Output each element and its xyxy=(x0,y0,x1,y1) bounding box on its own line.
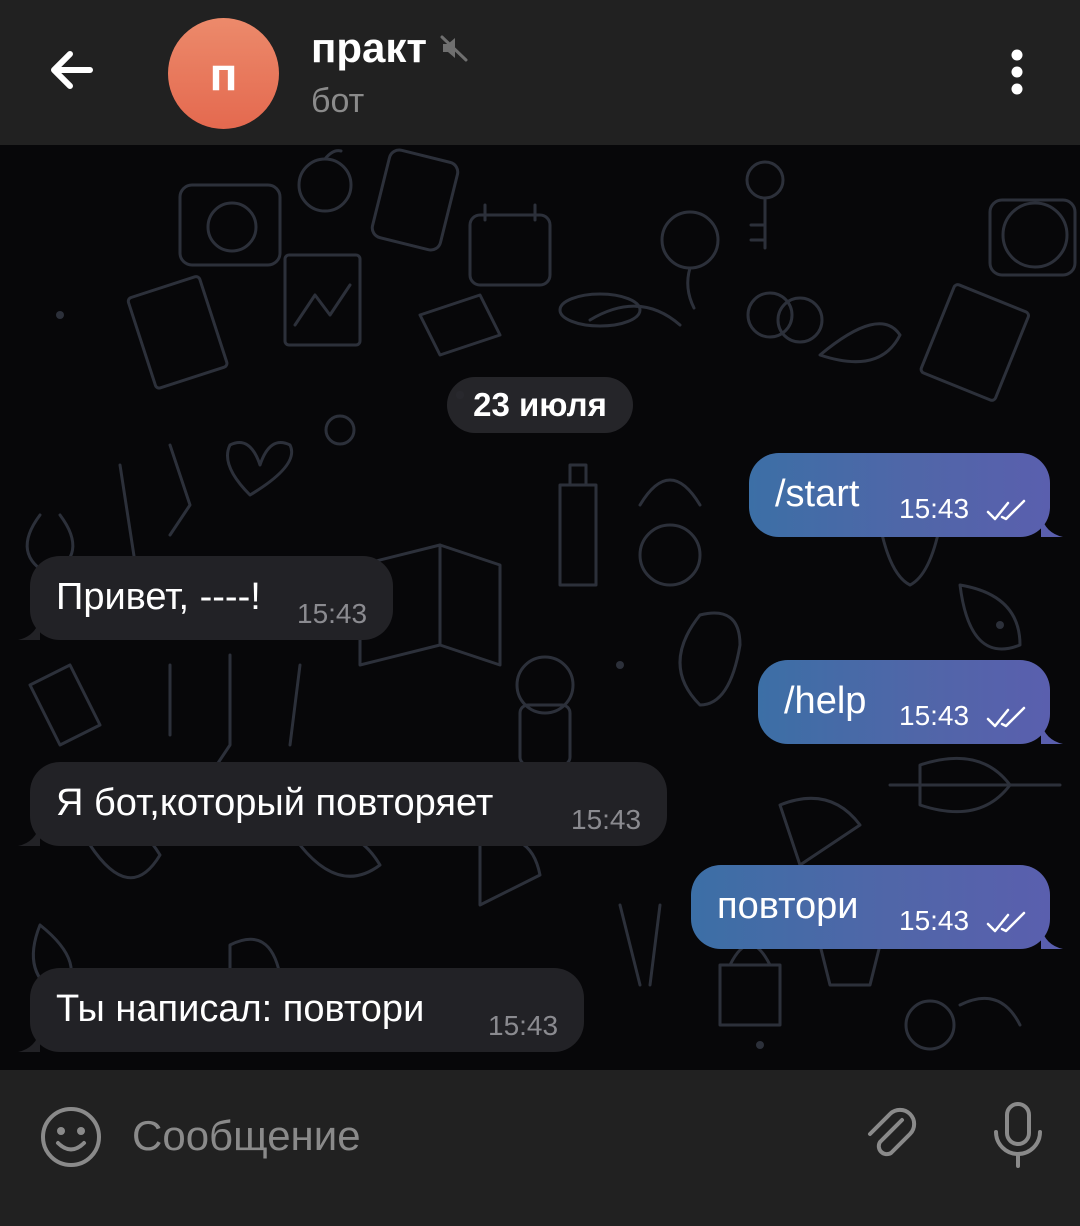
bubble-tail xyxy=(18,1030,40,1052)
bubble-tail xyxy=(18,618,40,640)
message-time: 15:43 xyxy=(297,598,368,629)
read-checkmarks-icon xyxy=(986,911,1026,933)
more-vert-icon xyxy=(1011,49,1023,95)
message-text: Ты написал: повтори xyxy=(56,988,425,1030)
message-time: 15:43 xyxy=(899,905,970,936)
microphone-icon xyxy=(994,1102,1042,1168)
message-bubble-outgoing[interactable]: /start 15:43 xyxy=(749,453,1063,537)
bubble-tail xyxy=(1041,515,1063,537)
message-bubble-incoming[interactable]: Ты написал: повтори 15:43 xyxy=(18,968,584,1052)
more-options-button[interactable] xyxy=(995,46,1039,98)
avatar[interactable]: п xyxy=(168,18,279,129)
message-time: 15:43 xyxy=(899,493,970,524)
attach-button[interactable] xyxy=(858,1100,924,1166)
message-text: Привет, ----! xyxy=(56,576,261,618)
read-checkmarks-icon xyxy=(986,706,1026,728)
muted-speaker-icon xyxy=(440,35,468,62)
message-bubble-incoming[interactable]: Я бот,который повторяет 15:43 xyxy=(18,762,667,846)
message-text: /help xyxy=(784,680,867,722)
paperclip-icon xyxy=(868,1107,917,1157)
message-text: /start xyxy=(775,473,860,515)
bubble-tail xyxy=(18,824,40,846)
arrow-left-icon xyxy=(51,51,93,89)
message-input[interactable] xyxy=(132,1108,812,1164)
message-bubble-outgoing[interactable]: /help 15:43 xyxy=(758,660,1063,744)
read-checkmarks-icon xyxy=(986,499,1026,521)
message-text: Я бот,который повторяет xyxy=(56,782,494,824)
message-bubble-outgoing[interactable]: повтори 15:43 xyxy=(691,865,1063,949)
message-time: 15:43 xyxy=(571,804,642,835)
message-time: 15:43 xyxy=(899,700,970,731)
chat-title-text: практ xyxy=(311,24,427,71)
back-button[interactable] xyxy=(42,40,102,100)
chat-header: п практ бот xyxy=(0,0,1080,145)
chat-area[interactable]: 23 июля /start 15:43 Привет, ----! 15:43… xyxy=(0,145,1080,1070)
date-separator: 23 июля xyxy=(447,377,633,433)
emoji-smile-icon xyxy=(41,1107,101,1167)
chat-title[interactable]: практ xyxy=(311,24,469,72)
message-text: повтори xyxy=(717,885,859,927)
emoji-button[interactable] xyxy=(38,1104,104,1170)
chat-subtitle: бот xyxy=(311,82,365,120)
avatar-letter: п xyxy=(209,47,238,100)
bubble-tail xyxy=(1041,722,1063,744)
message-time: 15:43 xyxy=(488,1010,559,1041)
microphone-button[interactable] xyxy=(990,1100,1046,1172)
message-bubble-incoming[interactable]: Привет, ----! 15:43 xyxy=(18,556,393,640)
bubble-tail xyxy=(1041,927,1063,949)
